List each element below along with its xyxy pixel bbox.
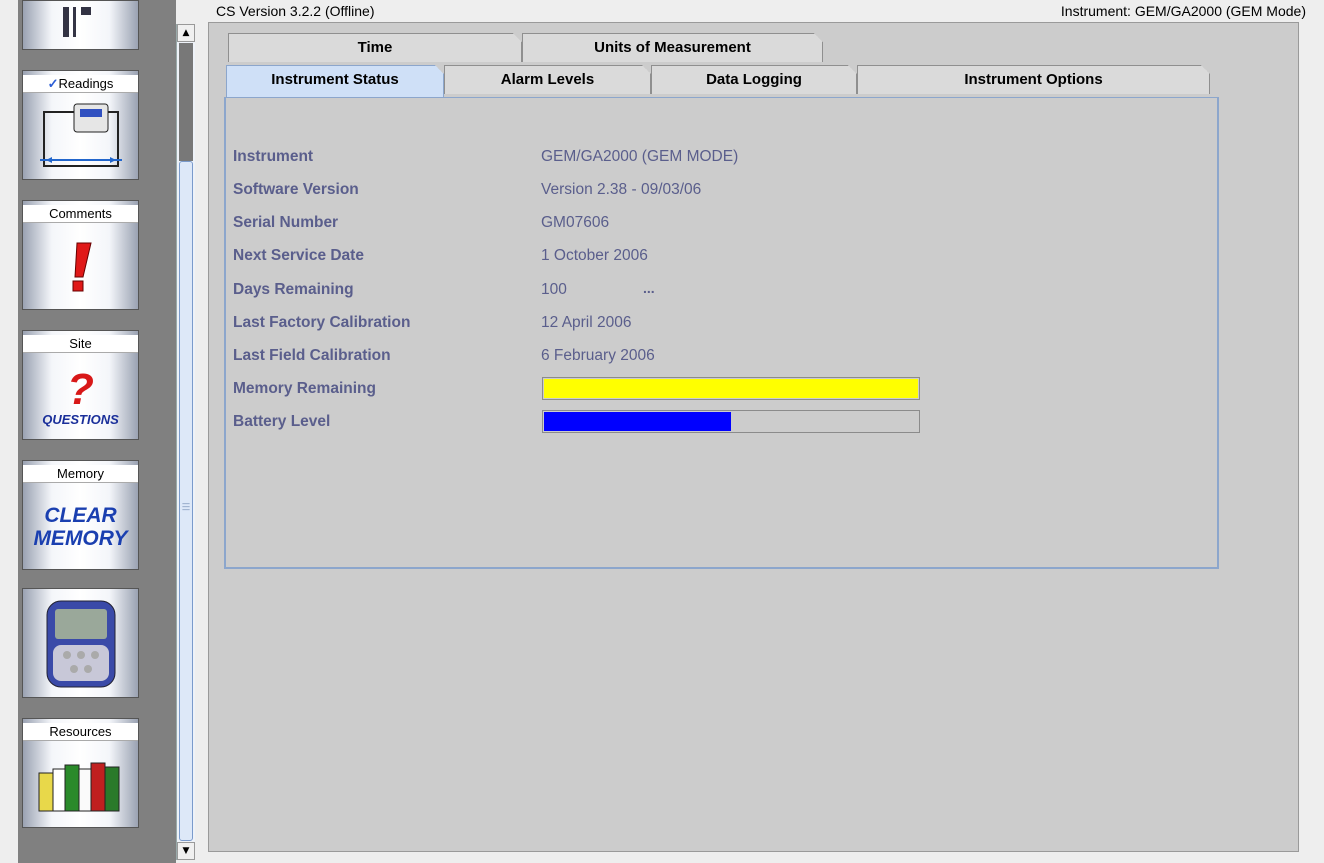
tab-data-logging[interactable]: Data Logging [651,65,857,94]
last-factory-calibration-value: 12 April 2006 [541,314,632,331]
instrument-label: Instrument: GEM/GA2000 (GEM Mode) [1060,3,1306,19]
battery-level-bar [542,410,920,433]
days-remaining-more-button[interactable]: ... [643,280,655,296]
sidebar-item-memory[interactable]: Memory CLEAR MEMORY [22,460,139,570]
scroll-track[interactable] [179,43,193,161]
readings-icon [23,95,138,179]
serial-number-label: Serial Number [233,214,339,231]
serial-number-value: GM07606 [541,214,610,231]
memory-remaining-bar [542,377,920,400]
software-version-value: Version 2.38 - 09/03/06 [541,181,702,198]
tab-label: Instrument Status [271,71,399,88]
tab-label: Units of Measurement [594,39,751,56]
sidebar-item-label: Readings [58,76,114,91]
clear-memory-art-text: CLEAR MEMORY [33,504,128,550]
battery-level-label: Battery Level [233,413,331,430]
sidebar-item-top[interactable] [22,0,139,50]
tab-label: Alarm Levels [500,71,595,88]
sidebar-scrollbar[interactable]: ▲ — — — ▼ [176,24,195,860]
grip-icon: — — — [182,499,190,514]
scroll-down-button[interactable]: ▼ [177,842,195,860]
sidebar-item-resources[interactable]: Resources [22,718,139,828]
version-status-label: CS Version 3.2.2 (Offline) [216,3,375,19]
instrument-value: GEM/GA2000 (GEM MODE) [541,148,739,165]
scroll-thumb[interactable]: — — — [179,161,193,841]
last-factory-calibration-label: Last Factory Calibration [233,314,411,331]
sidebar-item-site[interactable]: Site ? QUESTIONS [22,330,139,440]
sidebar-item-label: Memory [23,465,138,483]
tab-instrument-options[interactable]: Instrument Options [857,65,1210,94]
tab-label: Time [357,39,393,56]
tab-time[interactable]: Time [228,33,522,62]
tab-alarm-levels[interactable]: Alarm Levels [444,65,651,94]
software-version-label: Software Version [233,181,359,198]
last-field-calibration-label: Last Field Calibration [233,347,391,364]
sidebar-item-label: Comments [23,205,138,223]
books-icon [23,743,138,827]
next-service-date-value: 1 October 2006 [541,247,648,264]
days-remaining-label: Days Remaining [233,281,354,298]
days-remaining-value: 100 [541,281,567,298]
questions-icon: ? QUESTIONS [42,364,119,427]
memory-remaining-label: Memory Remaining [233,380,376,397]
last-field-calibration-value: 6 February 2006 [541,347,655,364]
exclamation-icon [23,225,138,309]
sidebar-item-comments[interactable]: Comments [22,200,139,310]
tab-label: Data Logging [706,71,802,88]
sidebar-item-label: Resources [23,723,138,741]
instrument-label: Instrument [233,148,314,165]
memory-remaining-fill [544,379,918,398]
sidebar-item-readings[interactable]: ✓Readings [22,70,139,180]
sidebar-item-label: Site [23,335,138,353]
partial-top-icon [23,1,138,49]
scroll-up-button[interactable]: ▲ [177,24,195,42]
questions-art-text: QUESTIONS [42,411,119,427]
next-service-date-label: Next Service Date [233,247,364,264]
tab-instrument-status[interactable]: Instrument Status [226,65,444,98]
sidebar-item-instrument[interactable] [22,588,139,698]
battery-level-fill [544,412,731,431]
tab-units-of-measurement[interactable]: Units of Measurement [522,33,823,62]
tab-label: Instrument Options [964,71,1103,88]
clear-memory-icon: CLEAR MEMORY [23,485,138,569]
instrument-device-icon [23,589,138,697]
